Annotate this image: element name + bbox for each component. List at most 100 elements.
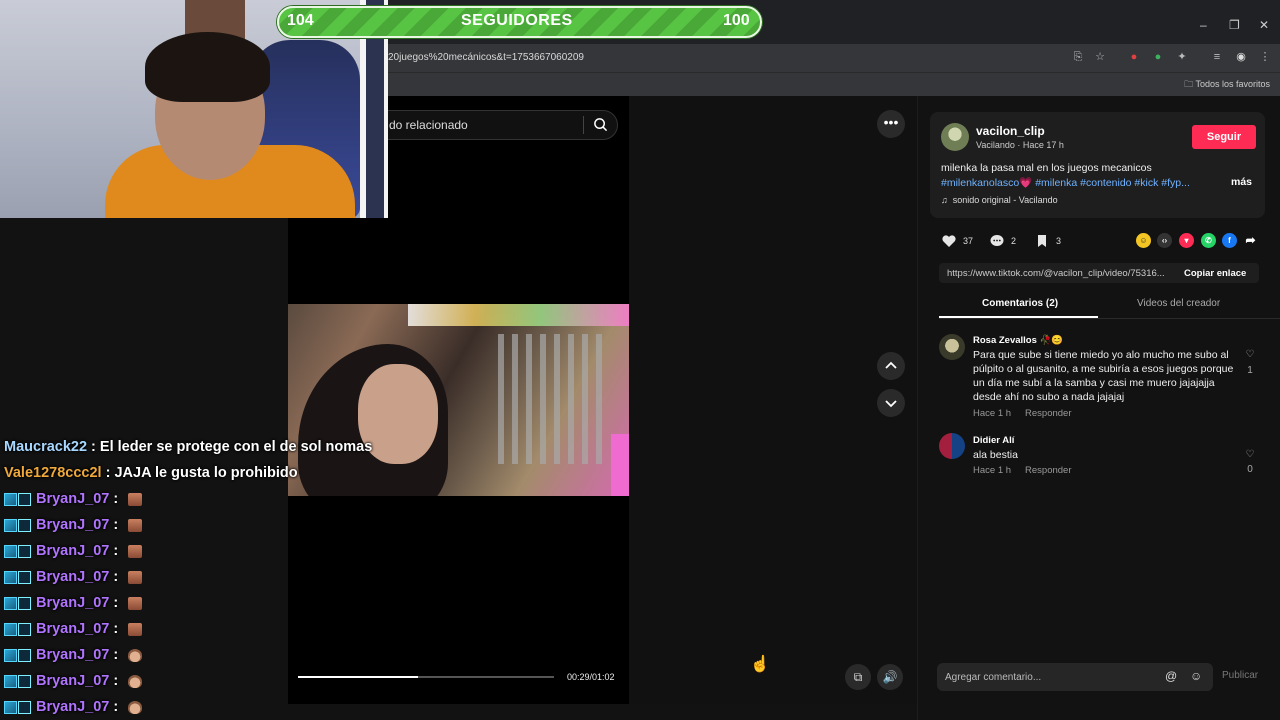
browser-menu-icon[interactable]: ⋮: [1258, 50, 1272, 64]
minimize-icon[interactable]: –: [1200, 18, 1207, 32]
extensions-puzzle-icon[interactable]: ✦: [1175, 50, 1189, 64]
chat-badge-icon: [4, 518, 17, 532]
save-count: 3: [1056, 236, 1062, 246]
chat-separator: :: [109, 569, 123, 585]
save-button[interactable]: 3: [1034, 232, 1061, 250]
folder-icon: 🗀: [1184, 79, 1196, 89]
comment-time: Hace 1 h: [973, 465, 1012, 476]
more-options-button[interactable]: •••: [877, 110, 905, 138]
copy-link-button[interactable]: Copiar enlace: [1184, 268, 1246, 279]
playback-time: 00:29/01:02: [567, 672, 615, 682]
post-caption: milenka la pasa mal en los juegos mecani…: [941, 162, 1152, 174]
post-hashtags[interactable]: #milenkanolasco💗 #milenka #contenido #ki…: [941, 176, 1190, 189]
heart-icon: [942, 235, 956, 247]
video-frame[interactable]: [288, 304, 629, 496]
creator-avatar[interactable]: [941, 123, 969, 151]
search-icon[interactable]: [593, 117, 608, 132]
share-friends-icon[interactable]: ☺: [1136, 233, 1151, 248]
volume-button[interactable]: 🔊: [877, 664, 903, 690]
chat-badge-icon: [4, 596, 17, 610]
share-arrow-icon[interactable]: ➦: [1243, 233, 1258, 248]
progress-bar-fill: [298, 676, 418, 678]
chat-separator: :: [109, 699, 123, 715]
goal-current: 104: [287, 12, 314, 29]
chat-username: BryanJ_07: [36, 699, 110, 715]
chat-separator: :: [109, 517, 123, 533]
all-bookmarks-folder[interactable]: 🗀 Todos los favoritos: [1184, 77, 1270, 93]
mouse-cursor-icon: ☝: [750, 656, 770, 673]
chat-badge-icon: [18, 492, 31, 506]
heart-outline-icon: ♡: [1245, 349, 1255, 360]
emoji-icon[interactable]: ☺: [1190, 669, 1202, 683]
chat-username: BryanJ_07: [36, 647, 110, 663]
chat-badge-icon: [18, 570, 31, 584]
show-more-link[interactable]: más: [1231, 176, 1252, 188]
install-app-icon[interactable]: ⎘: [1071, 50, 1085, 64]
creator-username[interactable]: vacilon_clip: [976, 124, 1045, 138]
sound-link[interactable]: ♫ sonido original - Vacilando: [941, 195, 1058, 205]
chat-badge-icon: [18, 596, 31, 610]
chat-badge-icon: [4, 622, 17, 636]
chat-message: BryanJ_07 :: [4, 540, 143, 562]
whatsapp-icon[interactable]: ✆: [1201, 233, 1216, 248]
extension-green-icon[interactable]: ●: [1151, 50, 1165, 64]
chevron-down-icon: [885, 400, 897, 408]
like-button[interactable]: 37: [941, 232, 973, 250]
comment-author[interactable]: Didier Alí: [973, 435, 1014, 446]
send-icon[interactable]: ▾: [1179, 233, 1194, 248]
bookmark-star-icon[interactable]: ☆: [1093, 50, 1107, 64]
chat-username: BryanJ_07: [36, 517, 110, 533]
chat-separator: :: [109, 673, 123, 689]
comment-like-button[interactable]: ♡: [1243, 349, 1257, 360]
chat-separator: :: [109, 491, 123, 507]
heart-outline-icon: ♡: [1245, 449, 1255, 460]
follow-button[interactable]: Seguir: [1192, 125, 1256, 149]
bookmark-icon: [1038, 235, 1046, 247]
chat-badge-icon: [4, 674, 17, 688]
next-video-button[interactable]: [877, 389, 905, 417]
chat-emote-icon: [128, 518, 143, 532]
search-input[interactable]: do relacionado: [389, 118, 468, 132]
publish-button[interactable]: Publicar: [1222, 670, 1258, 681]
embed-code-icon[interactable]: ‹›: [1157, 233, 1172, 248]
screen: – ❐ ✕ 20juegos%20mecánicos&t=17536670602…: [0, 0, 1280, 720]
mention-icon[interactable]: @: [1165, 669, 1177, 683]
chat-emote-icon: [128, 492, 143, 506]
reply-button[interactable]: Responder: [1025, 465, 1071, 476]
goal-title: SEGUIDORES: [461, 12, 573, 29]
chat-emote-icon: [128, 544, 143, 558]
media-control-icon[interactable]: ≡: [1210, 50, 1224, 64]
reply-button[interactable]: Responder: [1025, 408, 1071, 419]
chat-badge-icon: [4, 570, 17, 584]
extension-red-icon[interactable]: ●: [1127, 50, 1141, 64]
creator-subline: Vacilando · Hace 17 h: [976, 140, 1064, 150]
comment-count: 2: [1011, 236, 1017, 246]
comment-avatar[interactable]: [939, 334, 965, 360]
restore-icon[interactable]: ❐: [1229, 18, 1240, 32]
tab-creator-videos[interactable]: Videos del creador: [1137, 298, 1220, 309]
chat-emote-hand-icon: [128, 700, 143, 714]
chat-message: BryanJ_07 :: [4, 592, 143, 614]
chat-emote-icon: [128, 622, 143, 636]
comment-button[interactable]: 2: [989, 232, 1016, 250]
comment-time: Hace 1 h: [973, 408, 1012, 419]
chat-badge-icon: [18, 518, 31, 532]
chat-badge-icon: [18, 622, 31, 636]
url-text[interactable]: 20juegos%20mecánicos&t=1753667060209: [388, 52, 584, 63]
close-icon[interactable]: ✕: [1259, 18, 1269, 32]
volume-icon: 🔊: [882, 670, 898, 684]
video-pink-object: [611, 434, 629, 496]
comment-avatar[interactable]: [939, 433, 965, 459]
profile-avatar-icon[interactable]: ◉: [1234, 50, 1248, 64]
video-link[interactable]: https://www.tiktok.com/@vacilon_clip/vid…: [947, 268, 1171, 279]
comment-like-count: 1: [1247, 365, 1253, 376]
comment-author[interactable]: Rosa Zevallos 🥀😊: [973, 335, 1063, 346]
comment-meta: Hace 1 h Responder: [973, 465, 1086, 476]
facebook-icon[interactable]: f: [1222, 233, 1237, 248]
chat-separator: :: [109, 595, 123, 611]
tab-comments[interactable]: Comentarios (2): [982, 298, 1058, 309]
comment-like-button[interactable]: ♡: [1243, 449, 1257, 460]
chat-badge-icon: [4, 492, 17, 506]
previous-video-button[interactable]: [877, 352, 905, 380]
pip-button[interactable]: ⧉: [845, 664, 871, 690]
